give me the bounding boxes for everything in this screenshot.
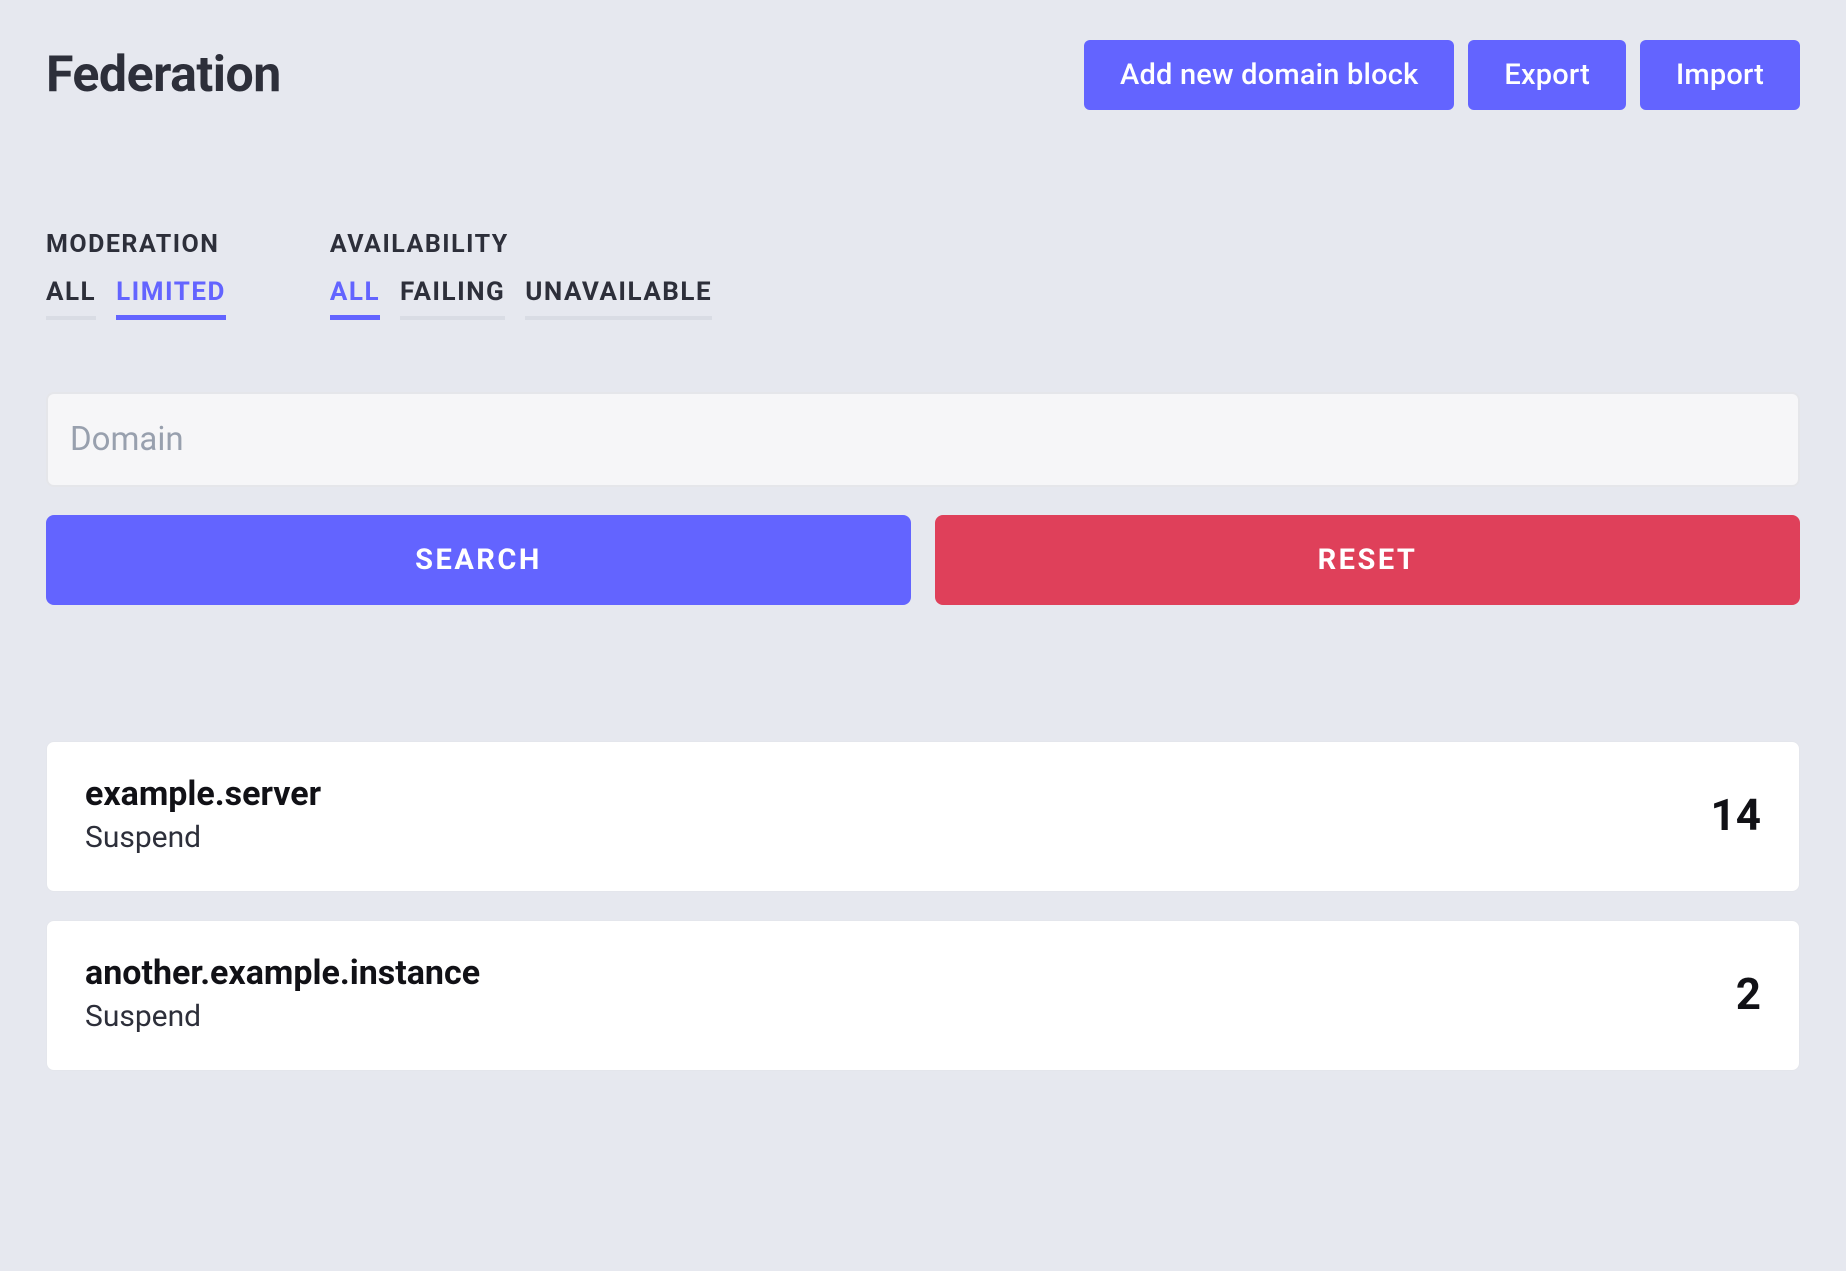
reset-button[interactable]: RESET [935,515,1800,605]
domain-info: another.example.instance Suspend [85,953,480,1034]
search-section: SEARCH RESET [46,392,1800,605]
import-button[interactable]: Import [1640,40,1800,110]
header-actions: Add new domain block Export Import [1084,40,1800,110]
domain-name: example.server [85,774,321,814]
domain-info: example.server Suspend [85,774,321,855]
page-title: Federation [46,46,281,104]
domain-count: 14 [1711,789,1762,841]
moderation-filter-options: ALL LIMITED [46,277,226,320]
search-button[interactable]: SEARCH [46,515,911,605]
domain-row[interactable]: another.example.instance Suspend 2 [46,920,1800,1071]
availability-filter-label: AVAILABILITY [330,230,712,259]
domain-status: Suspend [85,820,321,855]
availability-filter-unavailable[interactable]: UNAVAILABLE [525,277,712,320]
filters: MODERATION ALL LIMITED AVAILABILITY ALL … [46,230,1800,320]
page-header: Federation Add new domain block Export I… [46,40,1800,110]
search-buttons: SEARCH RESET [46,515,1800,605]
domain-count: 2 [1736,968,1761,1020]
availability-filter-group: AVAILABILITY ALL FAILING UNAVAILABLE [330,230,712,320]
moderation-filter-all[interactable]: ALL [46,277,96,320]
availability-filter-all[interactable]: ALL [330,277,380,320]
availability-filter-options: ALL FAILING UNAVAILABLE [330,277,712,320]
domain-status: Suspend [85,999,480,1034]
add-domain-block-button[interactable]: Add new domain block [1084,40,1454,110]
domain-list: example.server Suspend 14 another.exampl… [46,741,1800,1071]
availability-filter-failing[interactable]: FAILING [400,277,505,320]
moderation-filter-limited[interactable]: LIMITED [116,277,226,320]
moderation-filter-group: MODERATION ALL LIMITED [46,230,226,320]
export-button[interactable]: Export [1468,40,1626,110]
domain-name: another.example.instance [85,953,480,993]
domain-row[interactable]: example.server Suspend 14 [46,741,1800,892]
moderation-filter-label: MODERATION [46,230,226,259]
domain-search-input[interactable] [46,392,1800,487]
